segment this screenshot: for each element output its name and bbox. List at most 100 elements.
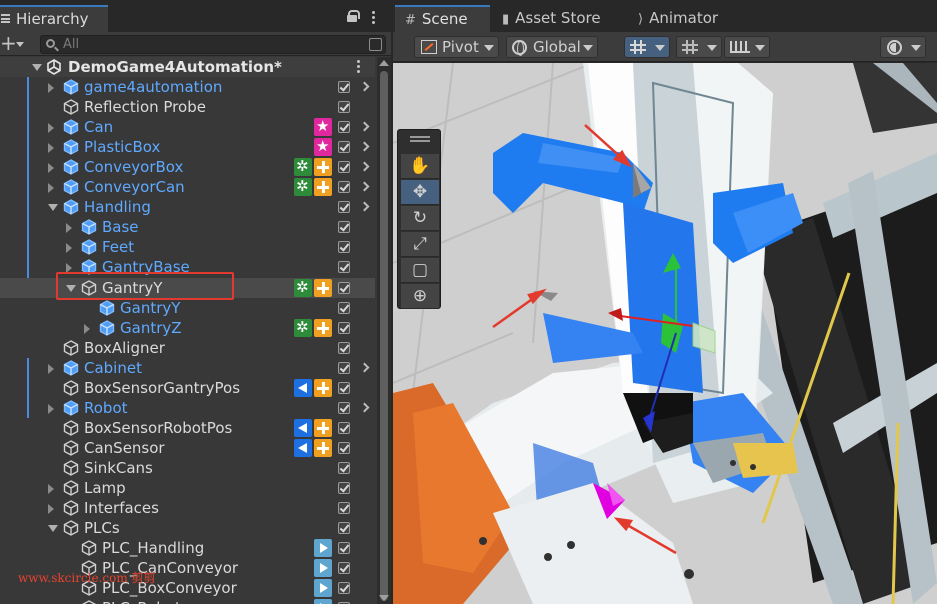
- hierarchy-row[interactable]: Interfaces: [0, 498, 375, 518]
- draw-mode-dropdown[interactable]: [880, 36, 926, 58]
- hierarchy-row[interactable]: Lamp: [0, 478, 375, 498]
- expand-arrow-icon[interactable]: [48, 484, 54, 494]
- active-checkbox[interactable]: [338, 482, 350, 494]
- expand-arrow-icon[interactable]: [48, 363, 54, 374]
- active-checkbox[interactable]: [338, 81, 350, 93]
- active-checkbox[interactable]: [338, 261, 350, 274]
- lock-icon[interactable]: [347, 10, 360, 22]
- active-checkbox[interactable]: [338, 461, 350, 474]
- scene-visibility-icon[interactable]: [369, 38, 382, 51]
- active-checkbox[interactable]: [338, 502, 350, 515]
- snap-settings-button[interactable]: [724, 36, 770, 58]
- add-component-icon[interactable]: [314, 378, 332, 397]
- active-checkbox[interactable]: [338, 321, 350, 334]
- active-checkbox[interactable]: [338, 281, 350, 294]
- expand-arrow-icon[interactable]: [48, 183, 54, 194]
- expand-arrow-icon[interactable]: [66, 243, 72, 254]
- scroll-up-icon[interactable]: [379, 60, 389, 66]
- expand-arrow-icon[interactable]: [32, 64, 42, 71]
- collapse-arrow-icon[interactable]: [48, 204, 58, 212]
- hierarchy-row[interactable]: Reflection Probe: [0, 97, 375, 117]
- chevron-right-icon[interactable]: [359, 121, 370, 132]
- chevron-right-icon[interactable]: [359, 161, 370, 172]
- sensor-signal-icon[interactable]: [294, 438, 312, 457]
- scene-row[interactable]: DemoGame4Automation*: [0, 57, 375, 77]
- chevron-right-icon[interactable]: [359, 81, 370, 92]
- plc-play-icon[interactable]: [314, 599, 332, 604]
- global-dropdown[interactable]: Global: [506, 36, 598, 58]
- hierarchy-row[interactable]: PLC_Handling: [0, 538, 375, 558]
- hierarchy-row[interactable]: ConveyorBox: [0, 156, 375, 177]
- hierarchy-row[interactable]: PLC_Robot: [0, 598, 375, 604]
- tab-scene[interactable]: # Scene: [395, 5, 490, 32]
- active-checkbox[interactable]: [338, 361, 350, 374]
- add-component-icon[interactable]: [314, 418, 332, 437]
- hierarchy-row[interactable]: ConveyorCan: [0, 176, 375, 197]
- gear-component-icon[interactable]: [294, 176, 312, 197]
- grid-snap-toggle[interactable]: [624, 36, 670, 58]
- hierarchy-row[interactable]: BoxSensorGantryPos: [0, 378, 375, 398]
- add-component-icon[interactable]: [314, 438, 332, 457]
- active-checkbox[interactable]: [338, 141, 350, 154]
- chevron-right-icon[interactable]: [359, 181, 370, 192]
- more-options-icon[interactable]: [372, 11, 376, 25]
- scene-viewport[interactable]: ✋ ✥ ↻ ⤢ ▢ ⊕: [393, 63, 937, 604]
- star-badge-icon[interactable]: [314, 116, 332, 137]
- hierarchy-row[interactable]: GantryY: [0, 298, 375, 318]
- add-component-icon[interactable]: [314, 178, 332, 197]
- chevron-right-icon[interactable]: [359, 402, 370, 413]
- scene-render[interactable]: [393, 63, 937, 604]
- scale-tool-button[interactable]: ⤢: [401, 232, 439, 257]
- tab-animator[interactable]: ⟩ Animator: [628, 5, 738, 32]
- expand-arrow-icon[interactable]: [48, 504, 54, 515]
- add-component-icon[interactable]: [314, 318, 332, 337]
- chevron-right-icon[interactable]: [359, 201, 370, 212]
- gear-component-icon[interactable]: [294, 317, 312, 337]
- hierarchy-row[interactable]: PLCs: [0, 518, 375, 538]
- tab-hierarchy[interactable]: Hierarchy: [0, 5, 108, 32]
- hierarchy-row[interactable]: Can: [0, 116, 375, 137]
- hand-tool-button[interactable]: ✋: [401, 154, 439, 179]
- expand-arrow-icon[interactable]: [48, 83, 54, 93]
- expand-arrow-icon[interactable]: [48, 123, 54, 134]
- active-checkbox[interactable]: [338, 241, 350, 254]
- active-checkbox[interactable]: [338, 341, 350, 354]
- hierarchy-row[interactable]: SinkCans: [0, 458, 375, 478]
- active-checkbox[interactable]: [338, 381, 350, 394]
- active-checkbox[interactable]: [338, 421, 350, 434]
- transform-tool-button[interactable]: ⊕: [401, 284, 439, 309]
- plc-play-icon[interactable]: [314, 539, 332, 558]
- expand-arrow-icon[interactable]: [48, 403, 54, 414]
- hierarchy-row[interactable]: PlasticBox: [0, 136, 375, 157]
- increment-snap-toggle[interactable]: [676, 36, 722, 58]
- add-object-button[interactable]: +: [0, 33, 30, 53]
- drag-handle-icon[interactable]: [410, 136, 430, 142]
- active-checkbox[interactable]: [338, 181, 350, 194]
- active-checkbox[interactable]: [338, 121, 350, 134]
- hierarchy-row[interactable]: GantryZ: [0, 317, 375, 338]
- expand-arrow-icon[interactable]: [48, 143, 54, 154]
- active-checkbox[interactable]: [338, 201, 350, 214]
- scroll-down-icon[interactable]: [379, 595, 389, 601]
- active-checkbox[interactable]: [338, 101, 350, 114]
- search-field[interactable]: All: [40, 35, 386, 54]
- star-badge-icon[interactable]: [314, 136, 332, 157]
- hierarchy-row[interactable]: BoxAligner: [0, 338, 375, 358]
- collapse-arrow-icon[interactable]: [48, 525, 58, 533]
- expand-arrow-icon[interactable]: [84, 323, 90, 334]
- scrollbar-thumb[interactable]: [380, 71, 388, 601]
- expand-arrow-icon[interactable]: [48, 163, 54, 174]
- hierarchy-row[interactable]: Base: [0, 217, 375, 237]
- active-checkbox[interactable]: [338, 221, 350, 234]
- move-tool-button[interactable]: ✥: [401, 180, 439, 205]
- active-checkbox[interactable]: [338, 401, 350, 414]
- gear-component-icon[interactable]: [294, 277, 312, 297]
- hierarchy-scrollbar[interactable]: [377, 57, 391, 604]
- chevron-right-icon[interactable]: [359, 141, 370, 152]
- active-checkbox[interactable]: [338, 301, 350, 314]
- hierarchy-row[interactable]: Cabinet: [0, 358, 375, 378]
- expand-arrow-icon[interactable]: [66, 223, 72, 234]
- rotate-tool-button[interactable]: ↻: [401, 206, 439, 231]
- rect-tool-button[interactable]: ▢: [401, 258, 439, 283]
- active-checkbox[interactable]: [338, 562, 350, 575]
